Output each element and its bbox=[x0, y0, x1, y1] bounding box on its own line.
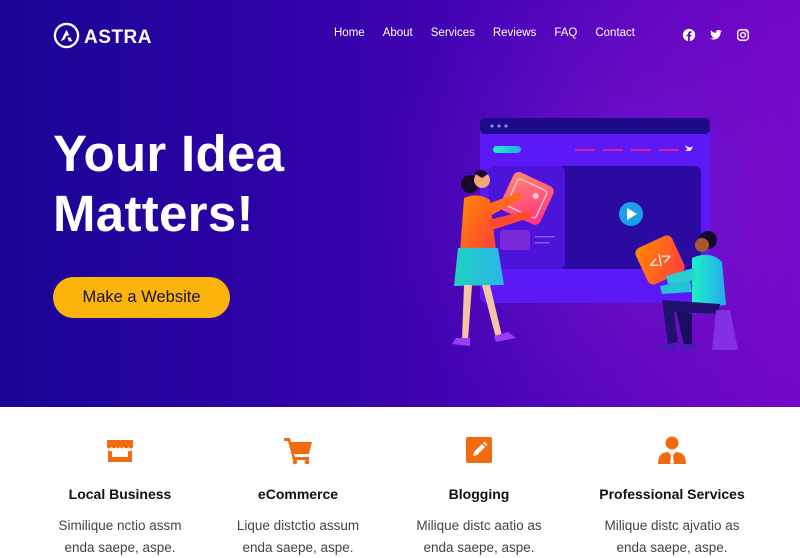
headline-line-1: Your Idea bbox=[53, 125, 285, 182]
feature-description: Lique distctio assum enda saepe, aspe. bbox=[236, 518, 360, 555]
nav-faq[interactable]: FAQ bbox=[554, 27, 577, 39]
nav-home[interactable]: Home bbox=[334, 27, 365, 39]
hero-headline: Your Idea Matters! bbox=[53, 124, 284, 244]
feature-description: Milique distc aatio as enda saepe, aspe. bbox=[416, 518, 542, 555]
nav-services[interactable]: Services bbox=[431, 27, 475, 39]
astra-logo-icon bbox=[53, 22, 80, 54]
site-logo[interactable]: ASTRA bbox=[53, 22, 152, 54]
nav-about[interactable]: About bbox=[383, 27, 413, 39]
facebook-icon[interactable] bbox=[682, 28, 696, 42]
make-website-button[interactable]: Make a Website bbox=[53, 277, 230, 318]
hero-illustration: </> bbox=[430, 100, 750, 360]
feature-title: Professional Services bbox=[599, 486, 745, 502]
feature-title: Local Business bbox=[68, 486, 172, 502]
twitter-icon[interactable] bbox=[709, 28, 723, 42]
main-nav: Home About Services Reviews FAQ Contact bbox=[334, 27, 653, 39]
feature-title: Blogging bbox=[448, 486, 510, 502]
storefront-icon bbox=[104, 434, 136, 466]
headline-line-2: Matters! bbox=[53, 185, 254, 242]
pencil-square-icon bbox=[463, 434, 495, 466]
social-links bbox=[682, 28, 750, 42]
brand-name: ASTRA bbox=[84, 27, 152, 48]
feature-description: Milique distc ajvatio as enda saepe, aspe… bbox=[604, 518, 740, 555]
features-section: Local Business Similique nctio assm enda … bbox=[0, 407, 800, 556]
nav-contact[interactable]: Contact bbox=[595, 27, 635, 39]
instagram-icon[interactable] bbox=[736, 28, 750, 42]
businessman-icon bbox=[656, 434, 688, 466]
feature-description: Similique nctio assm enda saepe, aspe. bbox=[58, 518, 182, 555]
hero-section: ASTRA Home About Services Reviews FAQ Co… bbox=[0, 0, 800, 407]
shopping-cart-icon bbox=[282, 434, 314, 466]
nav-reviews[interactable]: Reviews bbox=[493, 27, 536, 39]
feature-title: eCommerce bbox=[257, 486, 339, 502]
